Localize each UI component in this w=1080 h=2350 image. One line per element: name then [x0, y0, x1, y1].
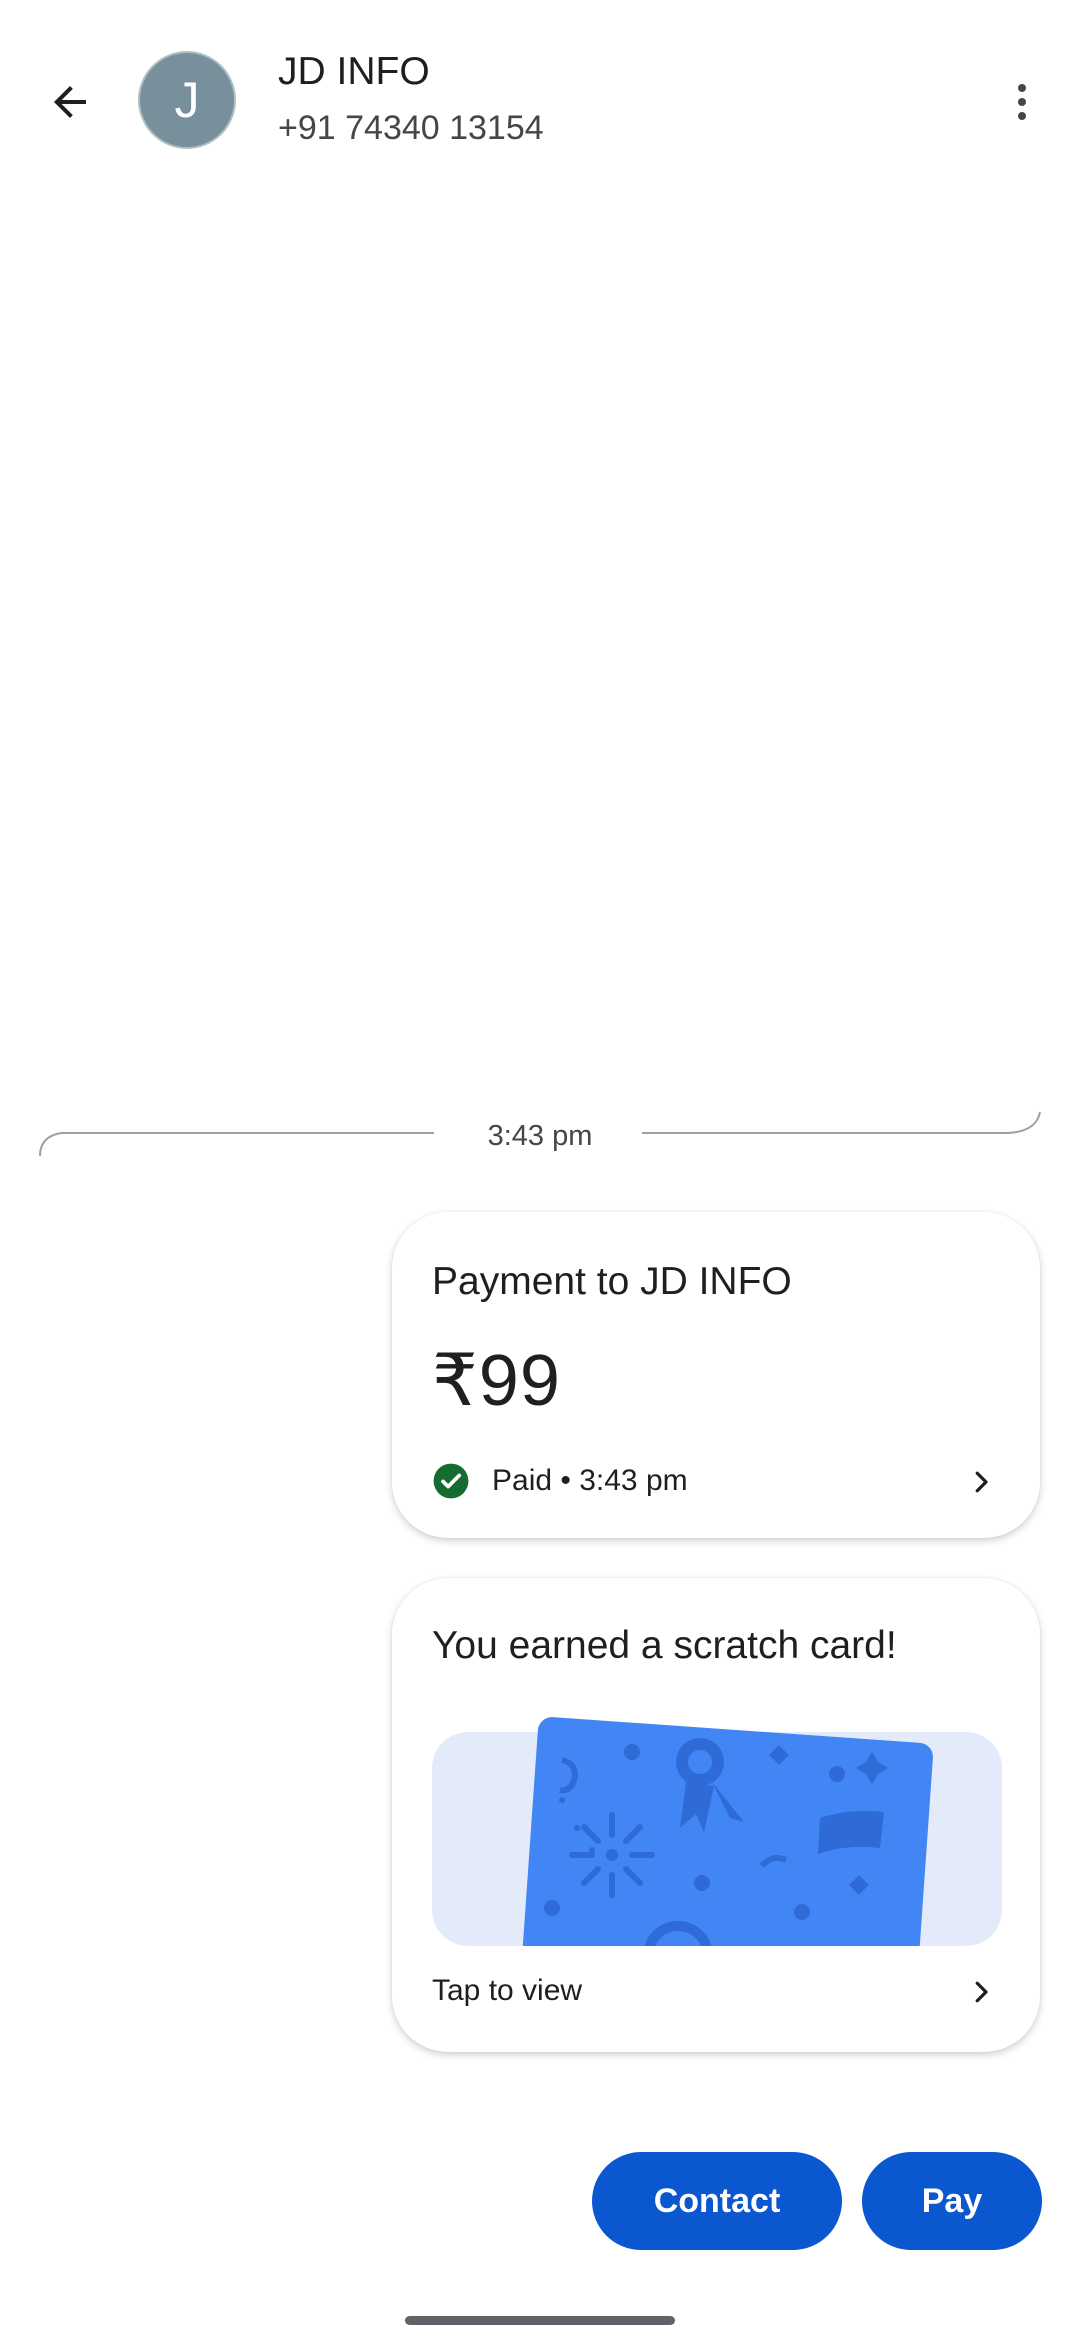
back-button[interactable] [38, 70, 102, 134]
tap-to-view-row[interactable]: Tap to view [432, 1970, 1002, 2014]
contact-name: JD INFO [278, 50, 430, 93]
payment-title: Payment to JD INFO [432, 1260, 792, 1303]
more-options-button[interactable] [990, 70, 1054, 134]
pay-button[interactable]: Pay [862, 2152, 1042, 2250]
scratch-card-reward[interactable]: You earned a scratch card! Tap to view [392, 1578, 1040, 2052]
avatar-letter: J [174, 72, 200, 128]
tap-to-view-label: Tap to view [432, 1974, 583, 2007]
more-vert-icon [1018, 84, 1026, 120]
payment-amount: ₹99 [432, 1341, 561, 1421]
payment-status-row: Paid • 3:43 pm [432, 1460, 1002, 1504]
check-circle-icon [433, 1463, 469, 1499]
home-indicator[interactable] [405, 2316, 675, 2325]
chevron-right-icon [975, 1471, 988, 1493]
scratch-card-illustration [432, 1717, 1002, 1946]
payment-status: Paid • 3:43 pm [492, 1464, 688, 1497]
chat-header: J JD INFO +91 74340 13154 [0, 0, 1080, 200]
scratch-card-title: You earned a scratch card! [432, 1624, 897, 1667]
contact-button[interactable]: Contact [592, 2152, 842, 2250]
avatar[interactable]: J [138, 51, 236, 149]
chevron-right-icon [975, 1981, 988, 2003]
arrow-left-icon [54, 86, 86, 118]
contact-phone: +91 74340 13154 [278, 109, 544, 147]
message-timestamp: 3:43 pm [487, 1120, 593, 1152]
payment-card[interactable]: Payment to JD INFO ₹99 Paid • 3:43 pm [392, 1212, 1040, 1538]
scratch-card-image[interactable] [432, 1690, 1002, 1946]
timeline-divider: 3:43 pm [38, 1100, 1042, 1170]
